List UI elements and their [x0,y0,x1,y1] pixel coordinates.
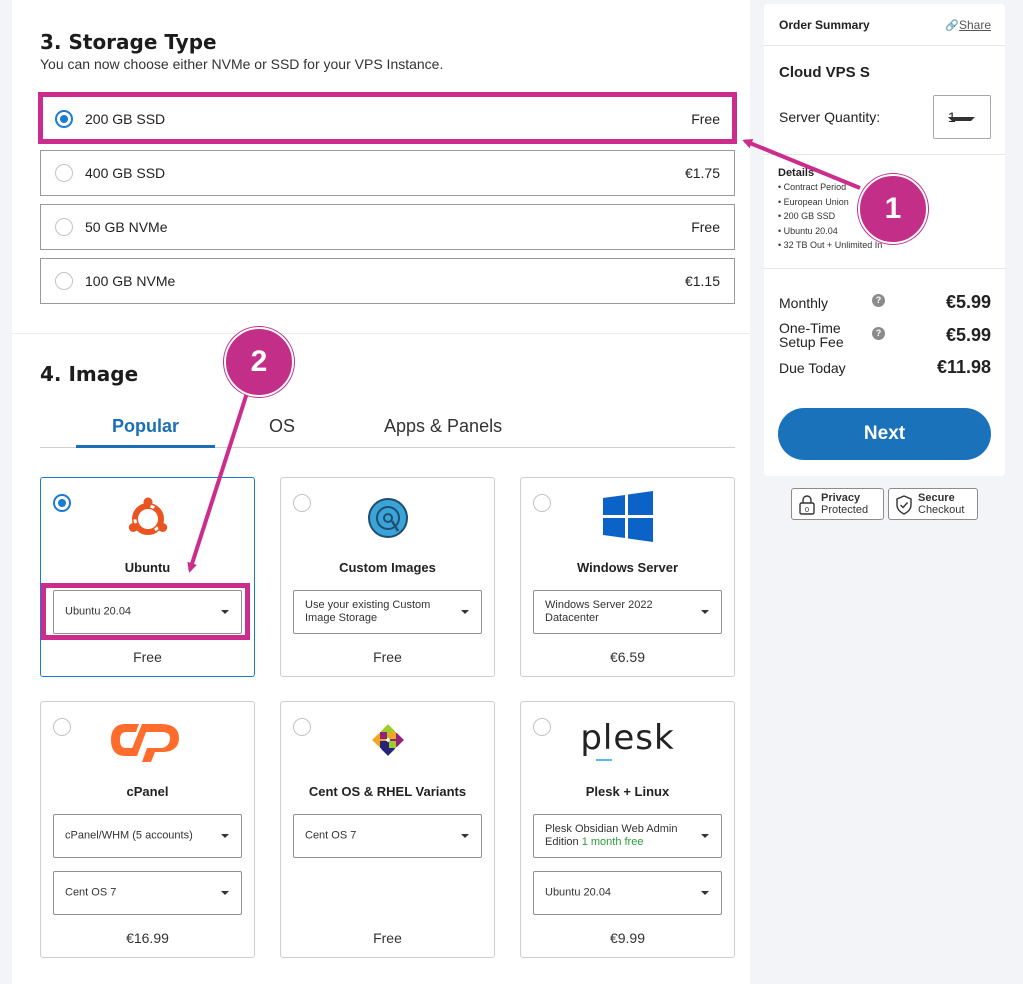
callout-2: 2 [224,327,294,397]
arrow-1 [742,139,861,190]
callout-1: 1 [858,174,928,244]
arrow-2 [187,392,249,573]
annotation-arrows [187,139,861,573]
